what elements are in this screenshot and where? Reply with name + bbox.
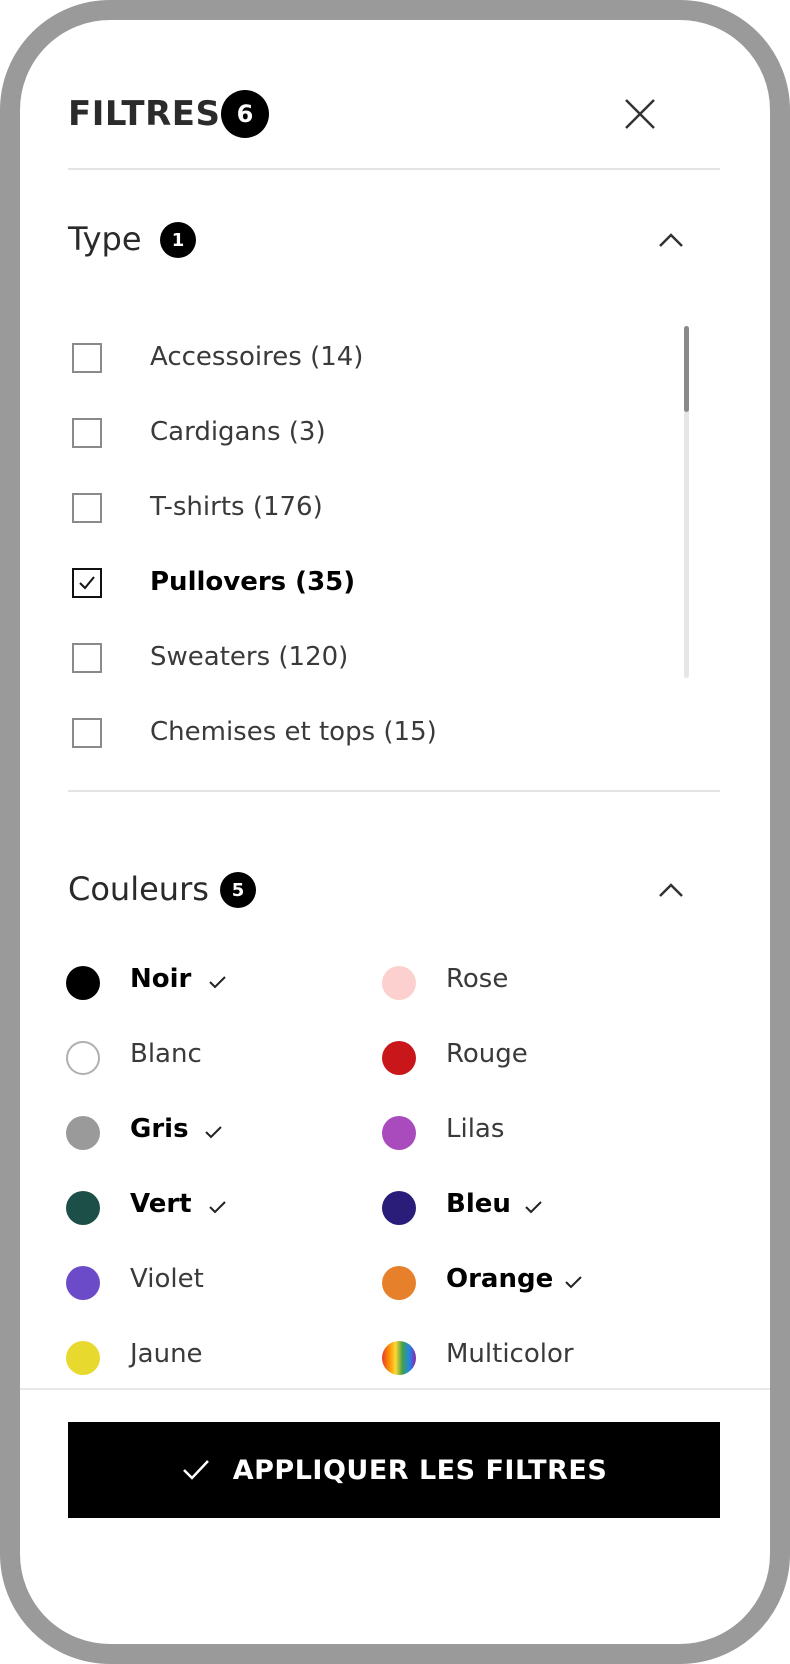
checkmark-icon <box>79 576 95 590</box>
color-option-gris[interactable]: Gris <box>66 1102 366 1162</box>
checkbox-checked[interactable] <box>72 568 102 598</box>
color-label: Orange <box>446 1264 554 1294</box>
checkbox[interactable] <box>72 343 102 373</box>
header-divider <box>68 168 720 170</box>
type-option-chemises-tops[interactable]: Chemises et tops (15) <box>68 705 648 765</box>
color-swatch <box>66 1041 100 1075</box>
color-swatch <box>66 1116 100 1150</box>
color-label: Rose <box>446 964 509 994</box>
color-option-bleu[interactable]: Bleu <box>382 1177 682 1237</box>
check-icon <box>525 1201 542 1214</box>
color-label: Bleu <box>446 1189 511 1219</box>
type-option-label: Pullovers (35) <box>150 567 356 597</box>
type-scroll-thumb[interactable] <box>684 326 689 412</box>
color-label: Noir <box>130 964 192 994</box>
type-option-label: Cardigans (3) <box>150 417 326 447</box>
color-option-blanc[interactable]: Blanc <box>66 1027 366 1087</box>
type-option-pullovers[interactable]: Pullovers (35) <box>68 555 648 615</box>
color-option-orange[interactable]: Orange <box>382 1252 682 1312</box>
colors-section-title: Couleurs <box>68 870 209 908</box>
colors-collapse-toggle[interactable] <box>656 880 686 900</box>
color-option-rose[interactable]: Rose <box>382 952 682 1012</box>
color-swatch <box>66 1341 100 1375</box>
apply-filters-label: APPLIQUER LES FILTRES <box>232 1454 608 1486</box>
color-label: Lilas <box>446 1114 505 1144</box>
checkbox[interactable] <box>72 418 102 448</box>
type-option-label: Chemises et tops (15) <box>150 717 437 747</box>
panel-title: FILTRES <box>68 94 221 134</box>
chevron-up-icon <box>659 883 683 897</box>
colors-count-badge: 5 <box>220 872 256 908</box>
apply-filters-button[interactable]: APPLIQUER LES FILTRES <box>68 1422 720 1518</box>
chevron-up-icon <box>659 233 683 247</box>
color-label: Gris <box>130 1114 189 1144</box>
multicolor-swatch <box>382 1341 416 1375</box>
color-label: Vert <box>130 1189 192 1219</box>
close-icon <box>625 99 655 129</box>
color-swatch <box>382 1041 416 1075</box>
color-swatch <box>382 1191 416 1225</box>
color-swatch <box>382 1116 416 1150</box>
type-count-badge: 1 <box>160 222 196 258</box>
color-option-violet[interactable]: Violet <box>66 1252 366 1312</box>
checkbox[interactable] <box>72 493 102 523</box>
type-section-title: Type <box>68 220 142 258</box>
color-option-rouge[interactable]: Rouge <box>382 1027 682 1087</box>
color-swatch <box>382 1266 416 1300</box>
type-option-accessoires[interactable]: Accessoires (14) <box>68 330 648 390</box>
color-label: Blanc <box>130 1039 202 1069</box>
color-option-lilas[interactable]: Lilas <box>382 1102 682 1162</box>
type-option-tshirts[interactable]: T-shirts (176) <box>68 480 648 540</box>
color-option-noir[interactable]: Noir <box>66 952 366 1012</box>
footer-divider <box>20 1388 770 1390</box>
total-filters-badge: 6 <box>221 90 269 138</box>
color-swatch <box>66 966 100 1000</box>
color-label: Jaune <box>130 1339 203 1369</box>
type-option-label: Accessoires (14) <box>150 342 364 372</box>
color-label: Multicolor <box>446 1339 574 1369</box>
type-option-sweaters[interactable]: Sweaters (120) <box>68 630 648 690</box>
color-label: Violet <box>130 1264 204 1294</box>
check-icon <box>205 1126 222 1139</box>
close-button[interactable] <box>620 94 660 134</box>
type-divider <box>68 790 720 792</box>
color-swatch <box>382 966 416 1000</box>
type-option-label: Sweaters (120) <box>150 642 349 672</box>
check-icon <box>565 1276 582 1289</box>
color-option-multicolor[interactable]: Multicolor <box>382 1327 682 1387</box>
checkbox[interactable] <box>72 643 102 673</box>
check-icon <box>182 1460 209 1480</box>
type-option-cardigans[interactable]: Cardigans (3) <box>68 405 648 465</box>
type-option-label: T-shirts (176) <box>150 492 323 522</box>
device-frame: FILTRES 6 Type 1 Accessoires (14) Cardig <box>0 0 790 1664</box>
color-option-vert[interactable]: Vert <box>66 1177 366 1237</box>
color-label: Rouge <box>446 1039 528 1069</box>
filter-panel: FILTRES 6 Type 1 Accessoires (14) Cardig <box>20 20 770 1644</box>
type-collapse-toggle[interactable] <box>656 230 686 250</box>
check-icon <box>209 1201 226 1214</box>
color-swatch <box>66 1266 100 1300</box>
checkbox[interactable] <box>72 718 102 748</box>
color-option-jaune[interactable]: Jaune <box>66 1327 366 1387</box>
check-icon <box>209 976 226 989</box>
type-option-list[interactable]: Accessoires (14) Cardigans (3) T-shirts … <box>68 330 692 778</box>
color-swatch <box>66 1191 100 1225</box>
